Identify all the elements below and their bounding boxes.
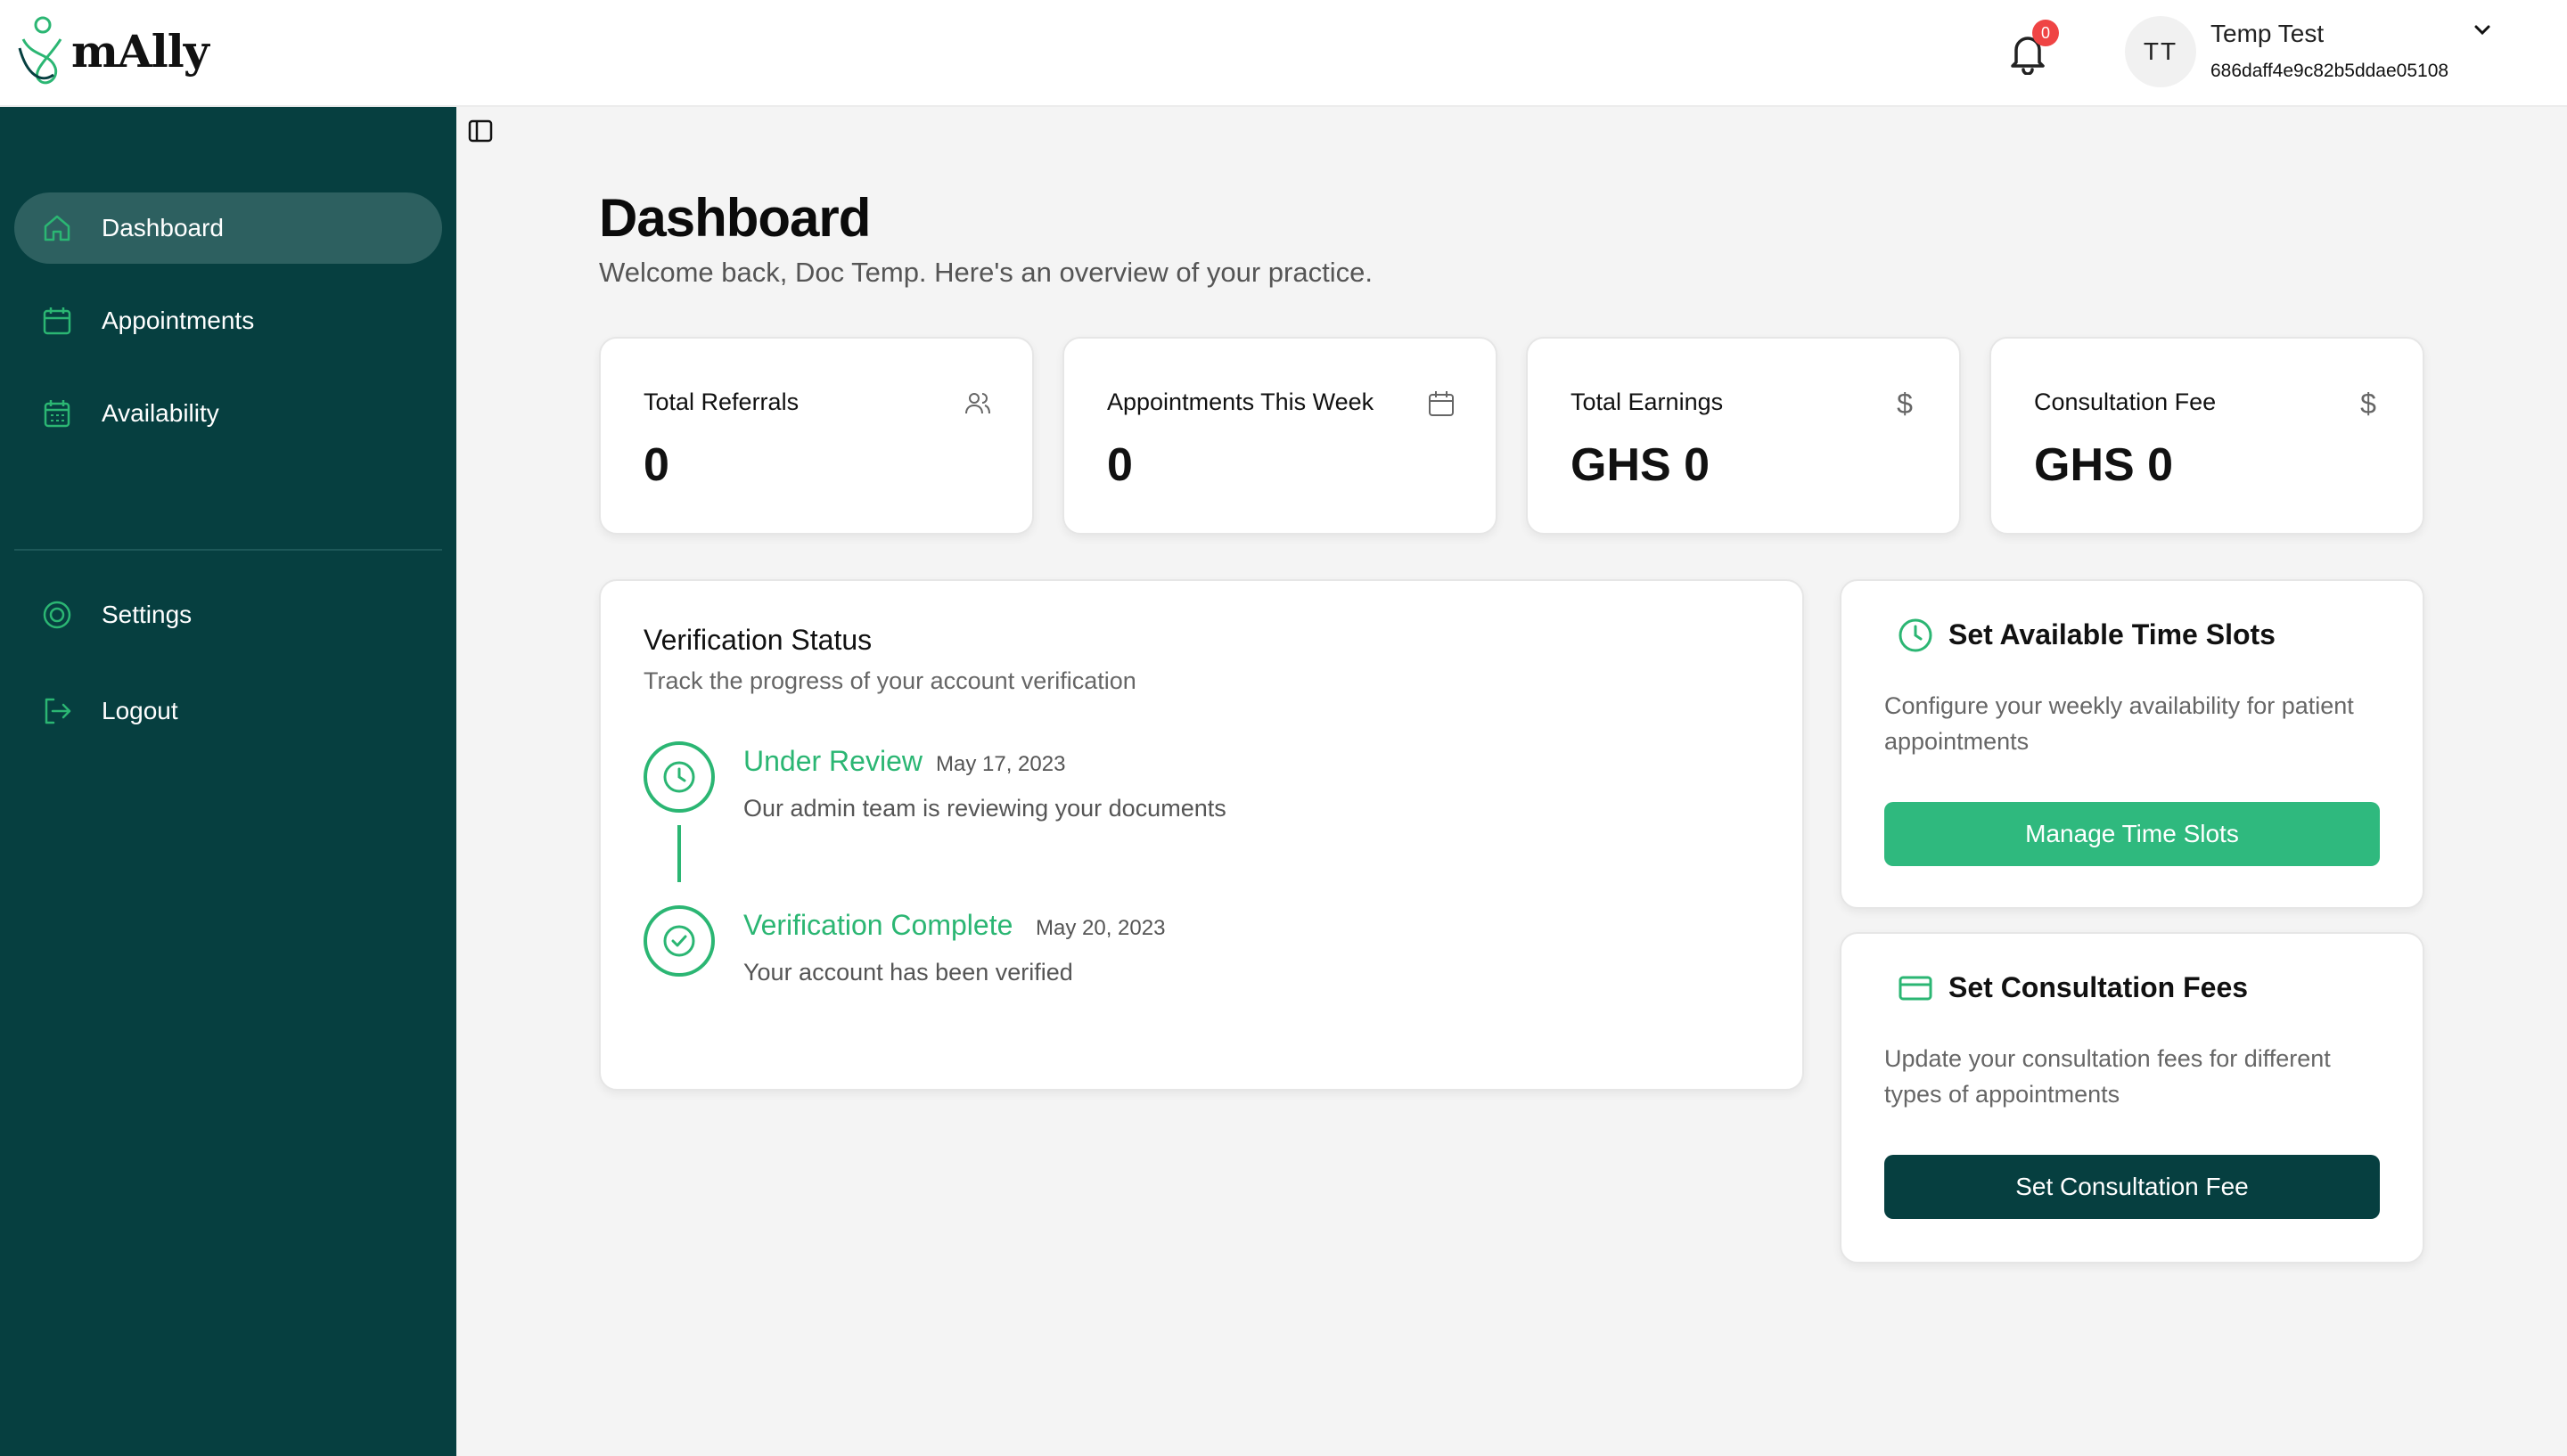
step-description: Our admin team is reviewing your documen… bbox=[743, 795, 1226, 822]
time-slots-card: Set Available Time Slots Configure your … bbox=[1840, 579, 2424, 909]
stat-value: GHS 0 bbox=[2034, 439, 2174, 491]
step-date: May 20, 2023 bbox=[1036, 916, 1166, 940]
check-circle-icon bbox=[644, 905, 715, 977]
sidebar-item-dashboard[interactable]: Dashboard bbox=[14, 192, 442, 264]
settings-icon bbox=[41, 599, 73, 631]
stat-card-total-earnings: Total Earnings GHS 0 $ bbox=[1526, 337, 1961, 535]
sidebar-item-logout[interactable]: Logout bbox=[14, 675, 442, 747]
stat-card-appointments-week: Appointments This Week 0 bbox=[1062, 337, 1497, 535]
time-slots-description: Configure your weekly availability for p… bbox=[1884, 692, 2354, 755]
notification-count-badge: 0 bbox=[2032, 20, 2059, 46]
sidebar-item-label: Logout bbox=[102, 697, 178, 724]
stat-label: Consultation Fee bbox=[2034, 389, 2217, 415]
sidebar: Dashboard Appointments Availability Sett… bbox=[0, 107, 456, 1456]
dollar-icon: $ bbox=[2360, 388, 2376, 420]
brand-logo-icon bbox=[18, 16, 62, 85]
consultation-fees-description: Update your consultation fees for differ… bbox=[1884, 1045, 2331, 1108]
calendar-icon bbox=[1426, 389, 1456, 419]
sidebar-item-availability[interactable]: Availability bbox=[14, 378, 442, 449]
verification-subtitle: Track the progress of your account verif… bbox=[644, 667, 1136, 694]
clock-icon bbox=[644, 741, 715, 813]
clock-icon bbox=[1897, 617, 1934, 654]
stat-label: Total Referrals bbox=[644, 389, 800, 415]
sidebar-item-label: Availability bbox=[102, 399, 219, 427]
home-icon bbox=[41, 212, 73, 244]
consultation-fees-title: Set Consultation Fees bbox=[1948, 971, 2249, 1003]
page-title: Dashboard bbox=[599, 188, 871, 248]
manage-time-slots-button[interactable]: Manage Time Slots bbox=[1884, 802, 2380, 866]
step-description: Your account has been verified bbox=[743, 959, 1073, 986]
chevron-down-icon[interactable] bbox=[2471, 21, 2494, 39]
user-id: 686daff4e9c82b5ddae05108 bbox=[2210, 61, 2449, 81]
verification-title: Verification Status bbox=[644, 624, 873, 656]
user-avatar[interactable]: TT bbox=[2125, 16, 2196, 87]
sidebar-item-label: Appointments bbox=[102, 307, 255, 334]
sidebar-item-appointments[interactable]: Appointments bbox=[14, 285, 442, 356]
time-slots-title: Set Available Time Slots bbox=[1948, 618, 2276, 650]
page-subtitle: Welcome back, Doc Temp. Here's an overvi… bbox=[599, 257, 1373, 288]
stat-card-total-referrals: Total Referrals 0 bbox=[599, 337, 1034, 535]
stat-value: 0 bbox=[644, 439, 669, 491]
stat-label: Appointments This Week bbox=[1107, 389, 1374, 415]
credit-card-icon bbox=[1897, 969, 1934, 1007]
step-date: May 17, 2023 bbox=[936, 752, 1066, 776]
logout-icon bbox=[41, 695, 73, 727]
users-icon bbox=[963, 389, 993, 419]
top-header: mAlly 0 TT Temp Test 686daff4e9c82b5ddae… bbox=[0, 0, 2567, 107]
timeline-connector bbox=[677, 825, 681, 882]
sidebar-item-label: Settings bbox=[102, 601, 193, 628]
calendar-icon bbox=[41, 305, 73, 337]
sidebar-item-label: Dashboard bbox=[102, 214, 224, 241]
stat-value: 0 bbox=[1107, 439, 1133, 491]
stat-label: Total Earnings bbox=[1571, 389, 1724, 415]
step-title: Verification Complete bbox=[743, 909, 1013, 941]
verification-status-card: Verification Status Track the progress o… bbox=[599, 579, 1804, 1091]
consultation-fees-card: Set Consultation Fees Update your consul… bbox=[1840, 932, 2424, 1264]
step-title: Under Review bbox=[743, 745, 923, 777]
sidebar-item-settings[interactable]: Settings bbox=[14, 579, 442, 650]
dollar-icon: $ bbox=[1897, 388, 1913, 420]
brand-name: mAlly bbox=[71, 24, 209, 78]
brand-logo[interactable]: mAlly bbox=[14, 12, 209, 89]
sidebar-toggle-icon[interactable] bbox=[467, 118, 494, 144]
calendar-grid-icon bbox=[41, 397, 73, 429]
user-name: Temp Test bbox=[2210, 20, 2325, 47]
set-consultation-fee-button[interactable]: Set Consultation Fee bbox=[1884, 1155, 2380, 1219]
sidebar-divider bbox=[14, 549, 442, 551]
stat-value: GHS 0 bbox=[1571, 439, 1710, 491]
stat-card-consultation-fee: Consultation Fee GHS 0 $ bbox=[1989, 337, 2424, 535]
